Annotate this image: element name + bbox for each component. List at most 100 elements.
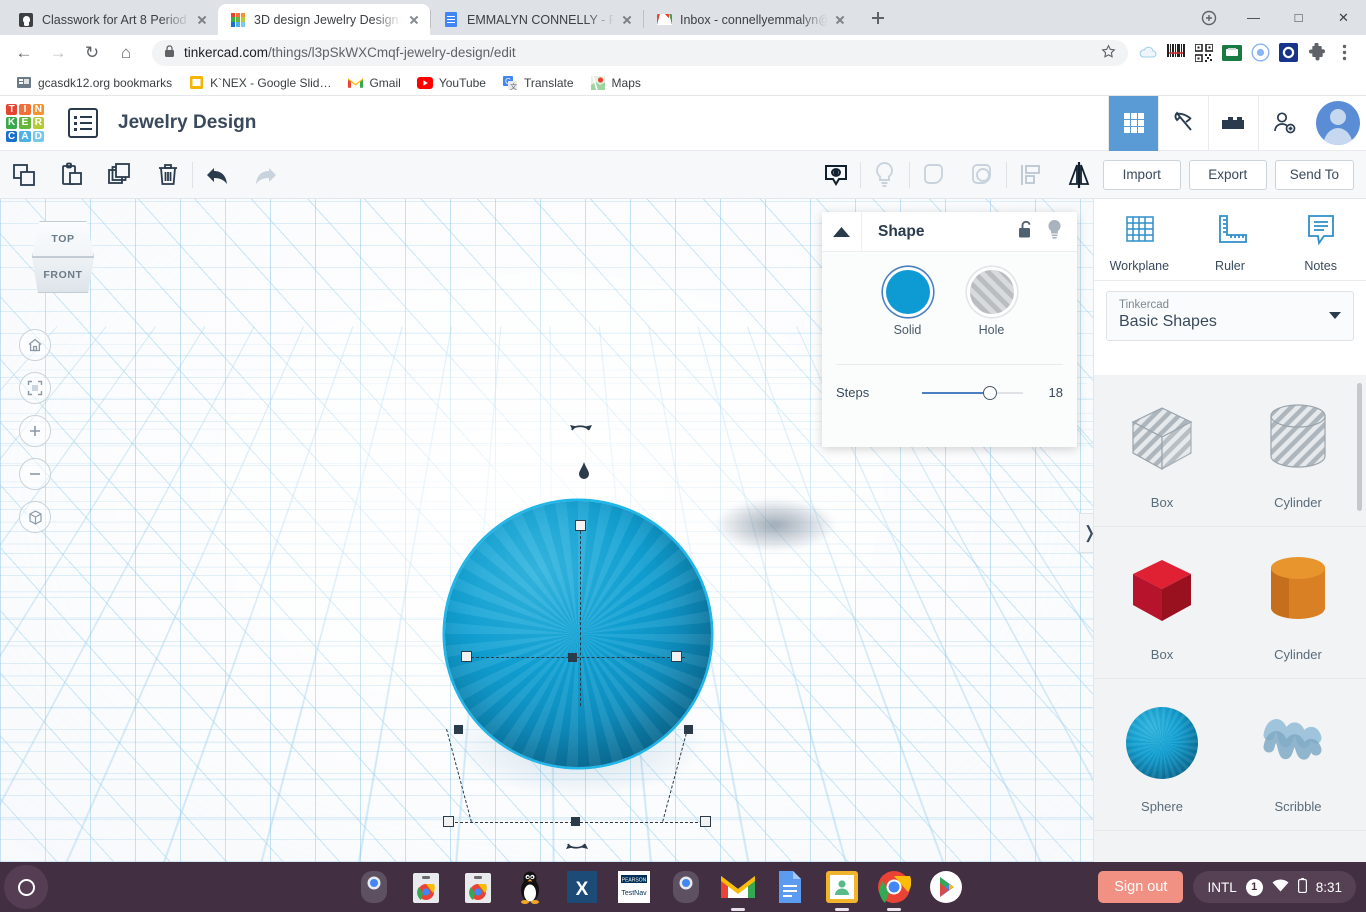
grid-icon[interactable]: [1108, 95, 1158, 151]
home-icon[interactable]: [19, 329, 51, 361]
align-icon[interactable]: [1007, 151, 1055, 199]
chrome-icon[interactable]: [875, 868, 913, 911]
add-person-icon[interactable]: [1258, 95, 1308, 151]
designs-list-icon[interactable]: [68, 108, 98, 138]
zoom-in-icon[interactable]: [19, 415, 51, 447]
browser-tab-4[interactable]: Inbox - connellyemmalyn@gcas: [644, 4, 856, 35]
base-mid-handle[interactable]: [571, 817, 580, 826]
shape-item-sphere[interactable]: Sphere: [1094, 679, 1230, 831]
export-button[interactable]: Export: [1188, 159, 1267, 190]
close-icon[interactable]: [194, 12, 210, 28]
slider-knob[interactable]: [982, 385, 997, 400]
collapse-caret-icon[interactable]: [822, 211, 862, 252]
bookmark-item-youtube[interactable]: YouTube: [409, 72, 494, 94]
shape-library-selector[interactable]: Tinkercad Basic Shapes: [1106, 291, 1354, 341]
forward-icon[interactable]: →: [44, 39, 72, 67]
view-cube-top[interactable]: TOP: [32, 221, 94, 257]
status-tray[interactable]: INTL 1 8:31: [1193, 871, 1356, 903]
shape-item-cylinder-orange[interactable]: Cylinder: [1230, 527, 1366, 679]
chrome-bag-icon-2[interactable]: [459, 868, 497, 906]
view-cube-front[interactable]: FRONT: [31, 257, 95, 293]
shape-item-scribble[interactable]: Scribble: [1230, 679, 1366, 831]
blue-app-icon[interactable]: [1276, 41, 1300, 65]
zoom-out-icon[interactable]: [19, 458, 51, 490]
scale-handle-top[interactable]: [575, 520, 586, 531]
sign-out-button[interactable]: Sign out: [1098, 871, 1184, 903]
send-to-button[interactable]: Send To: [1274, 159, 1354, 190]
screencast-icon[interactable]: [1220, 41, 1244, 65]
extensions-icon[interactable]: [1304, 41, 1328, 65]
rotate-handle-top[interactable]: [568, 419, 594, 440]
new-tab-button[interactable]: [864, 4, 892, 32]
close-icon[interactable]: [832, 12, 848, 28]
blocks-icon[interactable]: [1208, 95, 1258, 151]
camera-app-icon[interactable]: [355, 868, 393, 906]
home-icon[interactable]: ⌂: [112, 39, 140, 67]
pearson-testnav-icon[interactable]: PEARSON TestNav: [615, 868, 653, 906]
base-corner-handle-right[interactable]: [700, 816, 711, 827]
launcher-icon[interactable]: [4, 865, 48, 909]
maximize-button[interactable]: □: [1276, 0, 1321, 35]
hole-swatch-icon[interactable]: [969, 270, 1014, 314]
bookmark-item-translate[interactable]: G文 Translate: [494, 72, 582, 94]
mirror-icon[interactable]: [1055, 151, 1103, 199]
hole-option[interactable]: Hole: [969, 270, 1014, 337]
base-handle-right[interactable]: [684, 725, 693, 734]
shape-item-partial-left[interactable]: [1094, 831, 1230, 862]
cloud-icon[interactable]: [1136, 41, 1160, 65]
bookmark-item-gcasdk12[interactable]: gcasdk12.org bookmarks: [8, 72, 180, 94]
fit-view-icon[interactable]: [19, 372, 51, 404]
view-cube[interactable]: TOP FRONT: [26, 221, 100, 293]
browser-tab-3[interactable]: EMMALYN CONNELLY - Photo Do: [431, 4, 643, 35]
import-button[interactable]: Import: [1102, 159, 1181, 190]
record-icon[interactable]: [1248, 41, 1272, 65]
play-store-icon[interactable]: [927, 868, 965, 906]
sidebar-item-workplane[interactable]: Workplane: [1103, 213, 1175, 273]
sidebar-scrollbar[interactable]: [1357, 383, 1362, 511]
steps-slider[interactable]: [922, 385, 1023, 400]
back-icon[interactable]: ←: [10, 39, 38, 67]
light-bulb-icon[interactable]: [1046, 219, 1063, 245]
steps-value[interactable]: 18: [1029, 385, 1063, 400]
bookmark-item-gmail[interactable]: Gmail: [339, 72, 408, 94]
sidebar-item-notes[interactable]: Notes: [1285, 213, 1357, 273]
bookmark-star-icon[interactable]: [1101, 43, 1116, 62]
height-cone-handle[interactable]: [577, 462, 591, 485]
google-docs-icon[interactable]: [771, 868, 809, 906]
linux-penguin-icon[interactable]: [511, 868, 549, 906]
bookmark-item-maps[interactable]: Maps: [582, 72, 649, 94]
minimize-button[interactable]: —: [1231, 0, 1276, 35]
delete-icon[interactable]: [144, 151, 192, 199]
light-bulb-icon[interactable]: [861, 151, 909, 199]
group-icon[interactable]: [910, 151, 958, 199]
browser-tab-1[interactable]: Classwork for Art 8 Period 1, MP: [6, 4, 218, 35]
address-bar[interactable]: tinkercad.com/things/l3pSkWXCmqf-jewelry…: [152, 39, 1128, 66]
chrome-bag-icon[interactable]: [407, 868, 445, 906]
tinkercad-logo-icon[interactable]: T I N K E R C A D: [2, 100, 48, 146]
bookmark-item-knex[interactable]: K`NEX - Google Slid…: [180, 72, 339, 94]
duplicate-icon[interactable]: [96, 151, 144, 199]
reload-icon[interactable]: ↻: [78, 39, 106, 67]
base-corner-handle-left[interactable]: [443, 816, 454, 827]
browser-tab-2[interactable]: 3D design Jewelry Design | Tinke: [218, 4, 430, 35]
window-menu-icon[interactable]: [1186, 0, 1231, 35]
pickaxe-icon[interactable]: [1158, 95, 1208, 151]
scale-handle-left[interactable]: [461, 651, 472, 662]
ortho-view-icon[interactable]: [19, 501, 51, 533]
close-window-button[interactable]: ✕: [1321, 0, 1366, 35]
avatar[interactable]: [1316, 101, 1360, 145]
menu-icon[interactable]: [1332, 41, 1356, 65]
camera-app-icon-2[interactable]: [667, 868, 705, 906]
ungroup-icon[interactable]: [958, 151, 1006, 199]
google-classroom-icon[interactable]: [823, 868, 861, 911]
sidebar-item-ruler[interactable]: Ruler: [1194, 213, 1266, 273]
close-icon[interactable]: [406, 12, 422, 28]
excel-icon[interactable]: X: [563, 868, 601, 906]
solid-option[interactable]: Solid: [885, 270, 930, 337]
gmail-icon[interactable]: [719, 868, 757, 911]
base-handle-left[interactable]: [454, 725, 463, 734]
scale-handle-right[interactable]: [671, 651, 682, 662]
solid-swatch-icon[interactable]: [885, 270, 930, 314]
shape-item-partial-right[interactable]: [1230, 831, 1366, 862]
barcode-icon[interactable]: [1164, 41, 1188, 65]
